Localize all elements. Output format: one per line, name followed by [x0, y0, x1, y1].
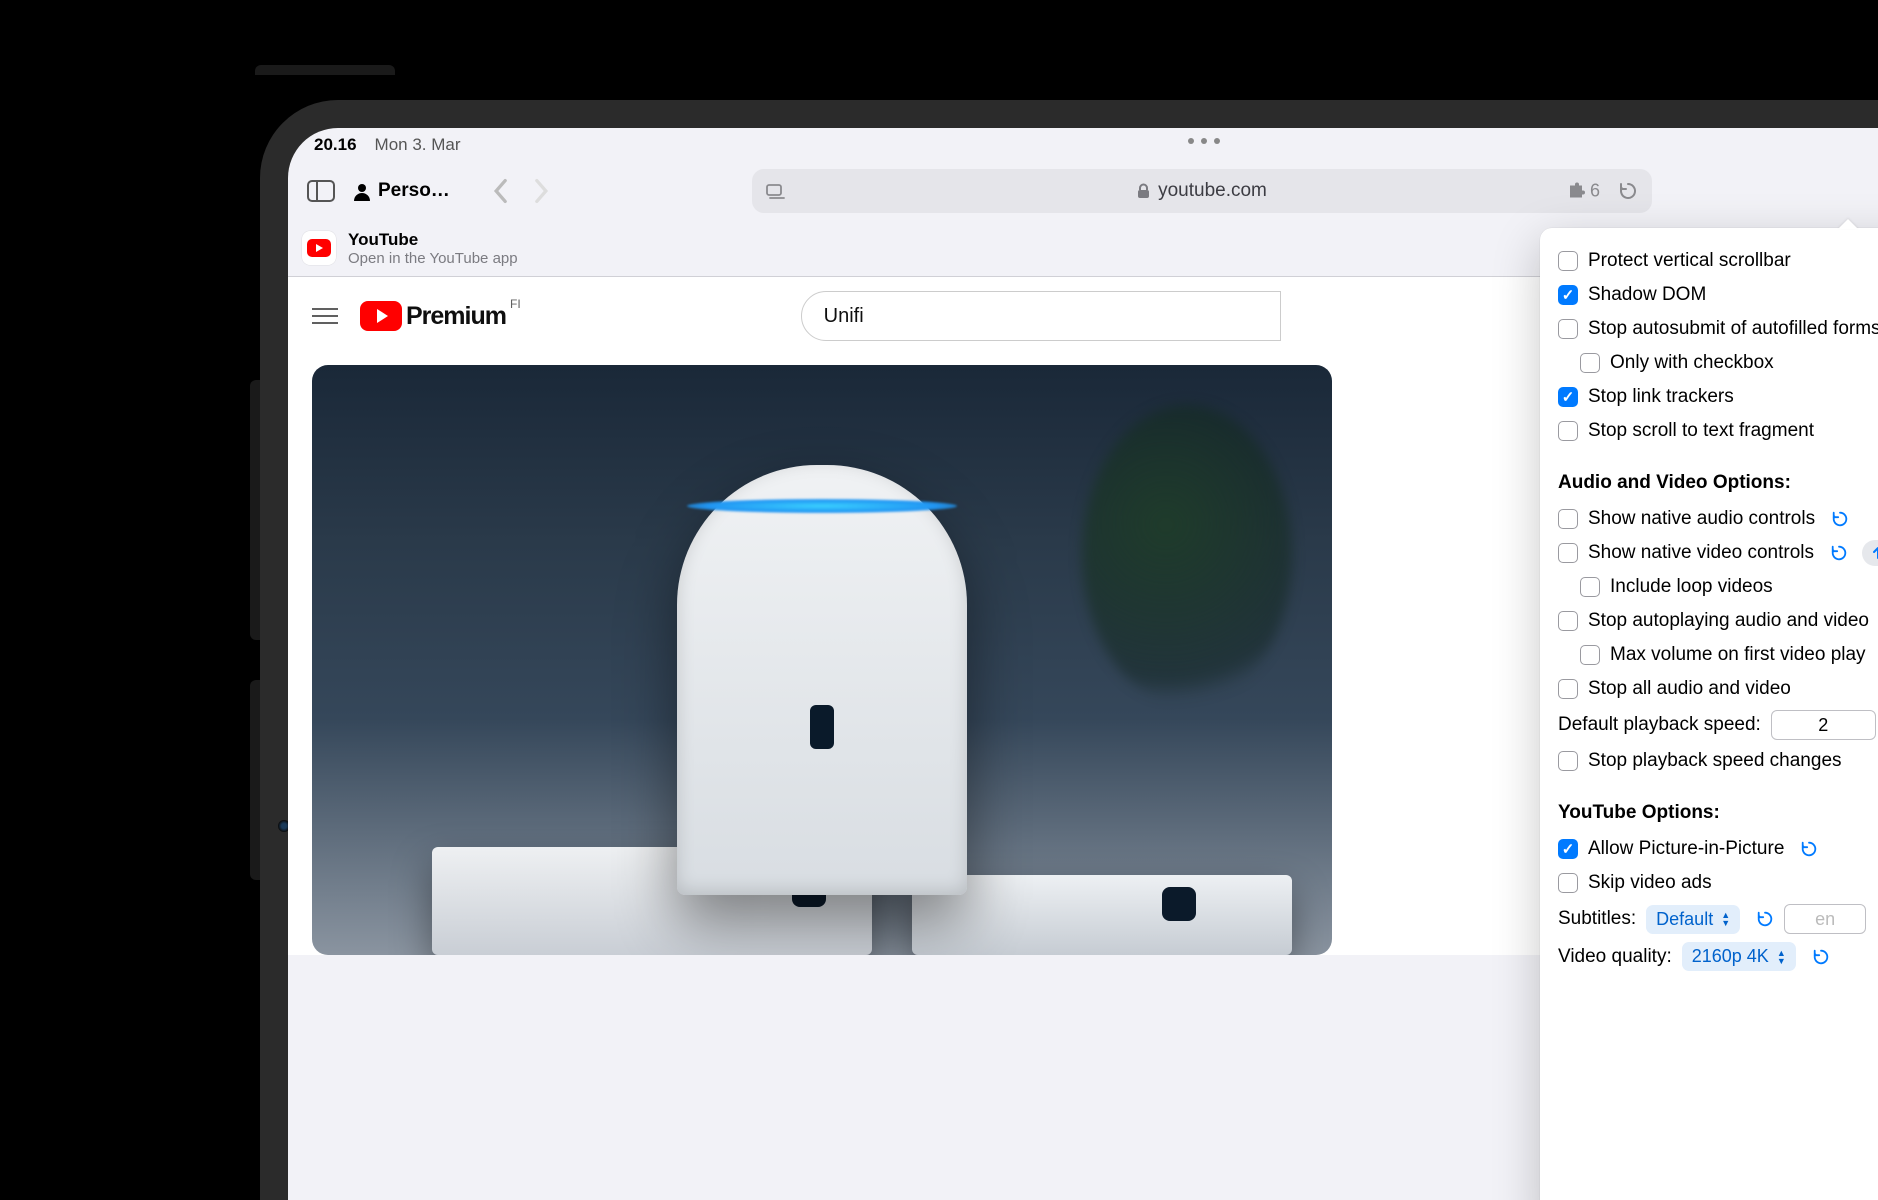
av-option-row[interactable]: Include loop videos: [1540, 570, 1878, 604]
av-option-row[interactable]: Max volume on first video play: [1540, 638, 1878, 672]
checkbox[interactable]: [1558, 319, 1578, 339]
section-yt: YouTube Options:: [1540, 778, 1878, 832]
quality-row: Video quality: 2160p 4K ▲▼: [1540, 938, 1878, 975]
arrow-up-icon[interactable]: [1862, 540, 1878, 566]
default-speed-label: Default playback speed:: [1558, 714, 1761, 736]
checkbox[interactable]: [1558, 873, 1578, 893]
search-input[interactable]: Unifi: [801, 291, 1281, 341]
section-av: Audio and Video Options:: [1540, 448, 1878, 502]
option-label: Allow Picture-in-Picture: [1588, 838, 1784, 860]
checkbox[interactable]: [1558, 509, 1578, 529]
profile-switcher[interactable]: Perso…: [352, 180, 462, 202]
checkbox[interactable]: [1580, 645, 1600, 665]
av-option-row[interactable]: Stop all audio and video: [1540, 672, 1878, 706]
quality-label: Video quality:: [1558, 946, 1672, 968]
reload-icon[interactable]: [1831, 510, 1849, 528]
subtitles-value: Default: [1656, 909, 1713, 930]
chevron-updown-icon: ▲▼: [1777, 949, 1786, 965]
subtitles-label: Subtitles:: [1558, 908, 1636, 930]
option-label: Stop all audio and video: [1588, 678, 1791, 700]
general-option-row[interactable]: Protect vertical scrollbar: [1540, 244, 1878, 278]
multitask-dots-icon[interactable]: [1188, 138, 1220, 144]
menu-icon[interactable]: [312, 308, 338, 324]
option-label: Protect vertical scrollbar: [1588, 250, 1791, 272]
checkbox[interactable]: [1558, 543, 1578, 563]
quality-select[interactable]: 2160p 4K ▲▼: [1682, 942, 1796, 971]
subtitles-select[interactable]: Default ▲▼: [1646, 905, 1740, 934]
option-label: Stop autoplaying audio and video: [1588, 610, 1869, 632]
checkbox[interactable]: [1558, 839, 1578, 859]
checkbox[interactable]: [1558, 387, 1578, 407]
option-label: Only with checkbox: [1610, 352, 1774, 374]
checkbox[interactable]: [1558, 679, 1578, 699]
video-thumbnail[interactable]: [312, 365, 1332, 955]
option-label: Show native video controls: [1588, 542, 1814, 564]
default-speed-input[interactable]: [1771, 710, 1876, 740]
youtube-logo[interactable]: Premium FI: [360, 301, 519, 331]
reload-icon[interactable]: [1756, 910, 1774, 928]
status-bar: 20.16 Mon 3. Mar: [288, 128, 1878, 162]
sidebar-toggle-icon[interactable]: [302, 172, 340, 210]
address-host: youtube.com: [1158, 180, 1267, 202]
puzzle-icon: [1566, 181, 1586, 201]
checkbox[interactable]: [1558, 611, 1578, 631]
option-label: Stop playback speed changes: [1588, 750, 1842, 772]
general-option-row[interactable]: Stop scroll to text fragment: [1540, 414, 1878, 448]
option-label: Stop autosubmit of autofilled forms: [1588, 318, 1878, 340]
checkbox[interactable]: [1558, 751, 1578, 771]
general-option-row[interactable]: Stop autosubmit of autofilled forms: [1540, 312, 1878, 346]
extension-popover: Protect vertical scrollbar Shadow DOM Stop…: [1540, 228, 1878, 1200]
checkbox[interactable]: [1580, 577, 1600, 597]
option-label: Skip video ads: [1588, 872, 1712, 894]
address-bar[interactable]: youtube.com 6: [752, 169, 1652, 213]
extension-badge[interactable]: 6: [1566, 181, 1600, 202]
banner-title: YouTube: [348, 230, 518, 250]
av-option-row[interactable]: Show native audio controls: [1540, 502, 1878, 536]
stop-speed-row[interactable]: Stop playback speed changes: [1540, 744, 1878, 778]
profile-label: Perso…: [378, 180, 450, 202]
general-option-row[interactable]: Shadow DOM: [1540, 278, 1878, 312]
status-time: 20.16: [314, 135, 357, 155]
option-label: Max volume on first video play: [1610, 644, 1866, 666]
option-label: Shadow DOM: [1588, 284, 1706, 306]
av-option-row[interactable]: Show native video controls: [1540, 536, 1878, 570]
subtitles-row: Subtitles: Default ▲▼: [1540, 900, 1878, 938]
status-date: Mon 3. Mar: [375, 135, 461, 155]
person-icon: [352, 181, 372, 201]
av-option-row[interactable]: Stop autoplaying audio and video: [1540, 604, 1878, 638]
extension-count: 6: [1590, 181, 1600, 202]
banner-subtitle: Open in the YouTube app: [348, 250, 518, 267]
reload-icon[interactable]: [1830, 544, 1848, 562]
checkbox[interactable]: [1558, 285, 1578, 305]
yt-option-row[interactable]: Skip video ads: [1540, 866, 1878, 900]
reload-icon[interactable]: [1812, 948, 1830, 966]
general-option-row[interactable]: Stop link trackers: [1540, 380, 1878, 414]
checkbox[interactable]: [1558, 421, 1578, 441]
forward-button[interactable]: [524, 172, 560, 210]
youtube-app-icon: [302, 231, 336, 265]
chevron-updown-icon: ▲▼: [1721, 911, 1730, 927]
lock-icon: [1137, 183, 1150, 199]
default-speed-row: Default playback speed:: [1540, 706, 1878, 744]
option-label: Stop link trackers: [1588, 386, 1734, 408]
quality-value: 2160p 4K: [1692, 946, 1769, 967]
option-label: Include loop videos: [1610, 576, 1773, 598]
page-settings-icon[interactable]: [766, 182, 788, 200]
checkbox[interactable]: [1580, 353, 1600, 373]
region-code: FI: [510, 297, 521, 311]
brand-text: Premium: [406, 302, 506, 331]
checkbox[interactable]: [1558, 251, 1578, 271]
general-option-row[interactable]: Only with checkbox: [1540, 346, 1878, 380]
option-label: Stop scroll to text fragment: [1588, 420, 1814, 442]
reload-button[interactable]: [1618, 181, 1638, 201]
play-icon: [360, 301, 402, 331]
search-value: Unifi: [824, 305, 864, 328]
subtitles-lang-input[interactable]: [1784, 904, 1866, 934]
option-label: Show native audio controls: [1588, 508, 1815, 530]
yt-option-row[interactable]: Allow Picture-in-Picture: [1540, 832, 1878, 866]
reload-icon[interactable]: [1800, 840, 1818, 858]
browser-toolbar: Perso… youtube.com 6: [288, 162, 1878, 220]
back-button[interactable]: [482, 172, 518, 210]
